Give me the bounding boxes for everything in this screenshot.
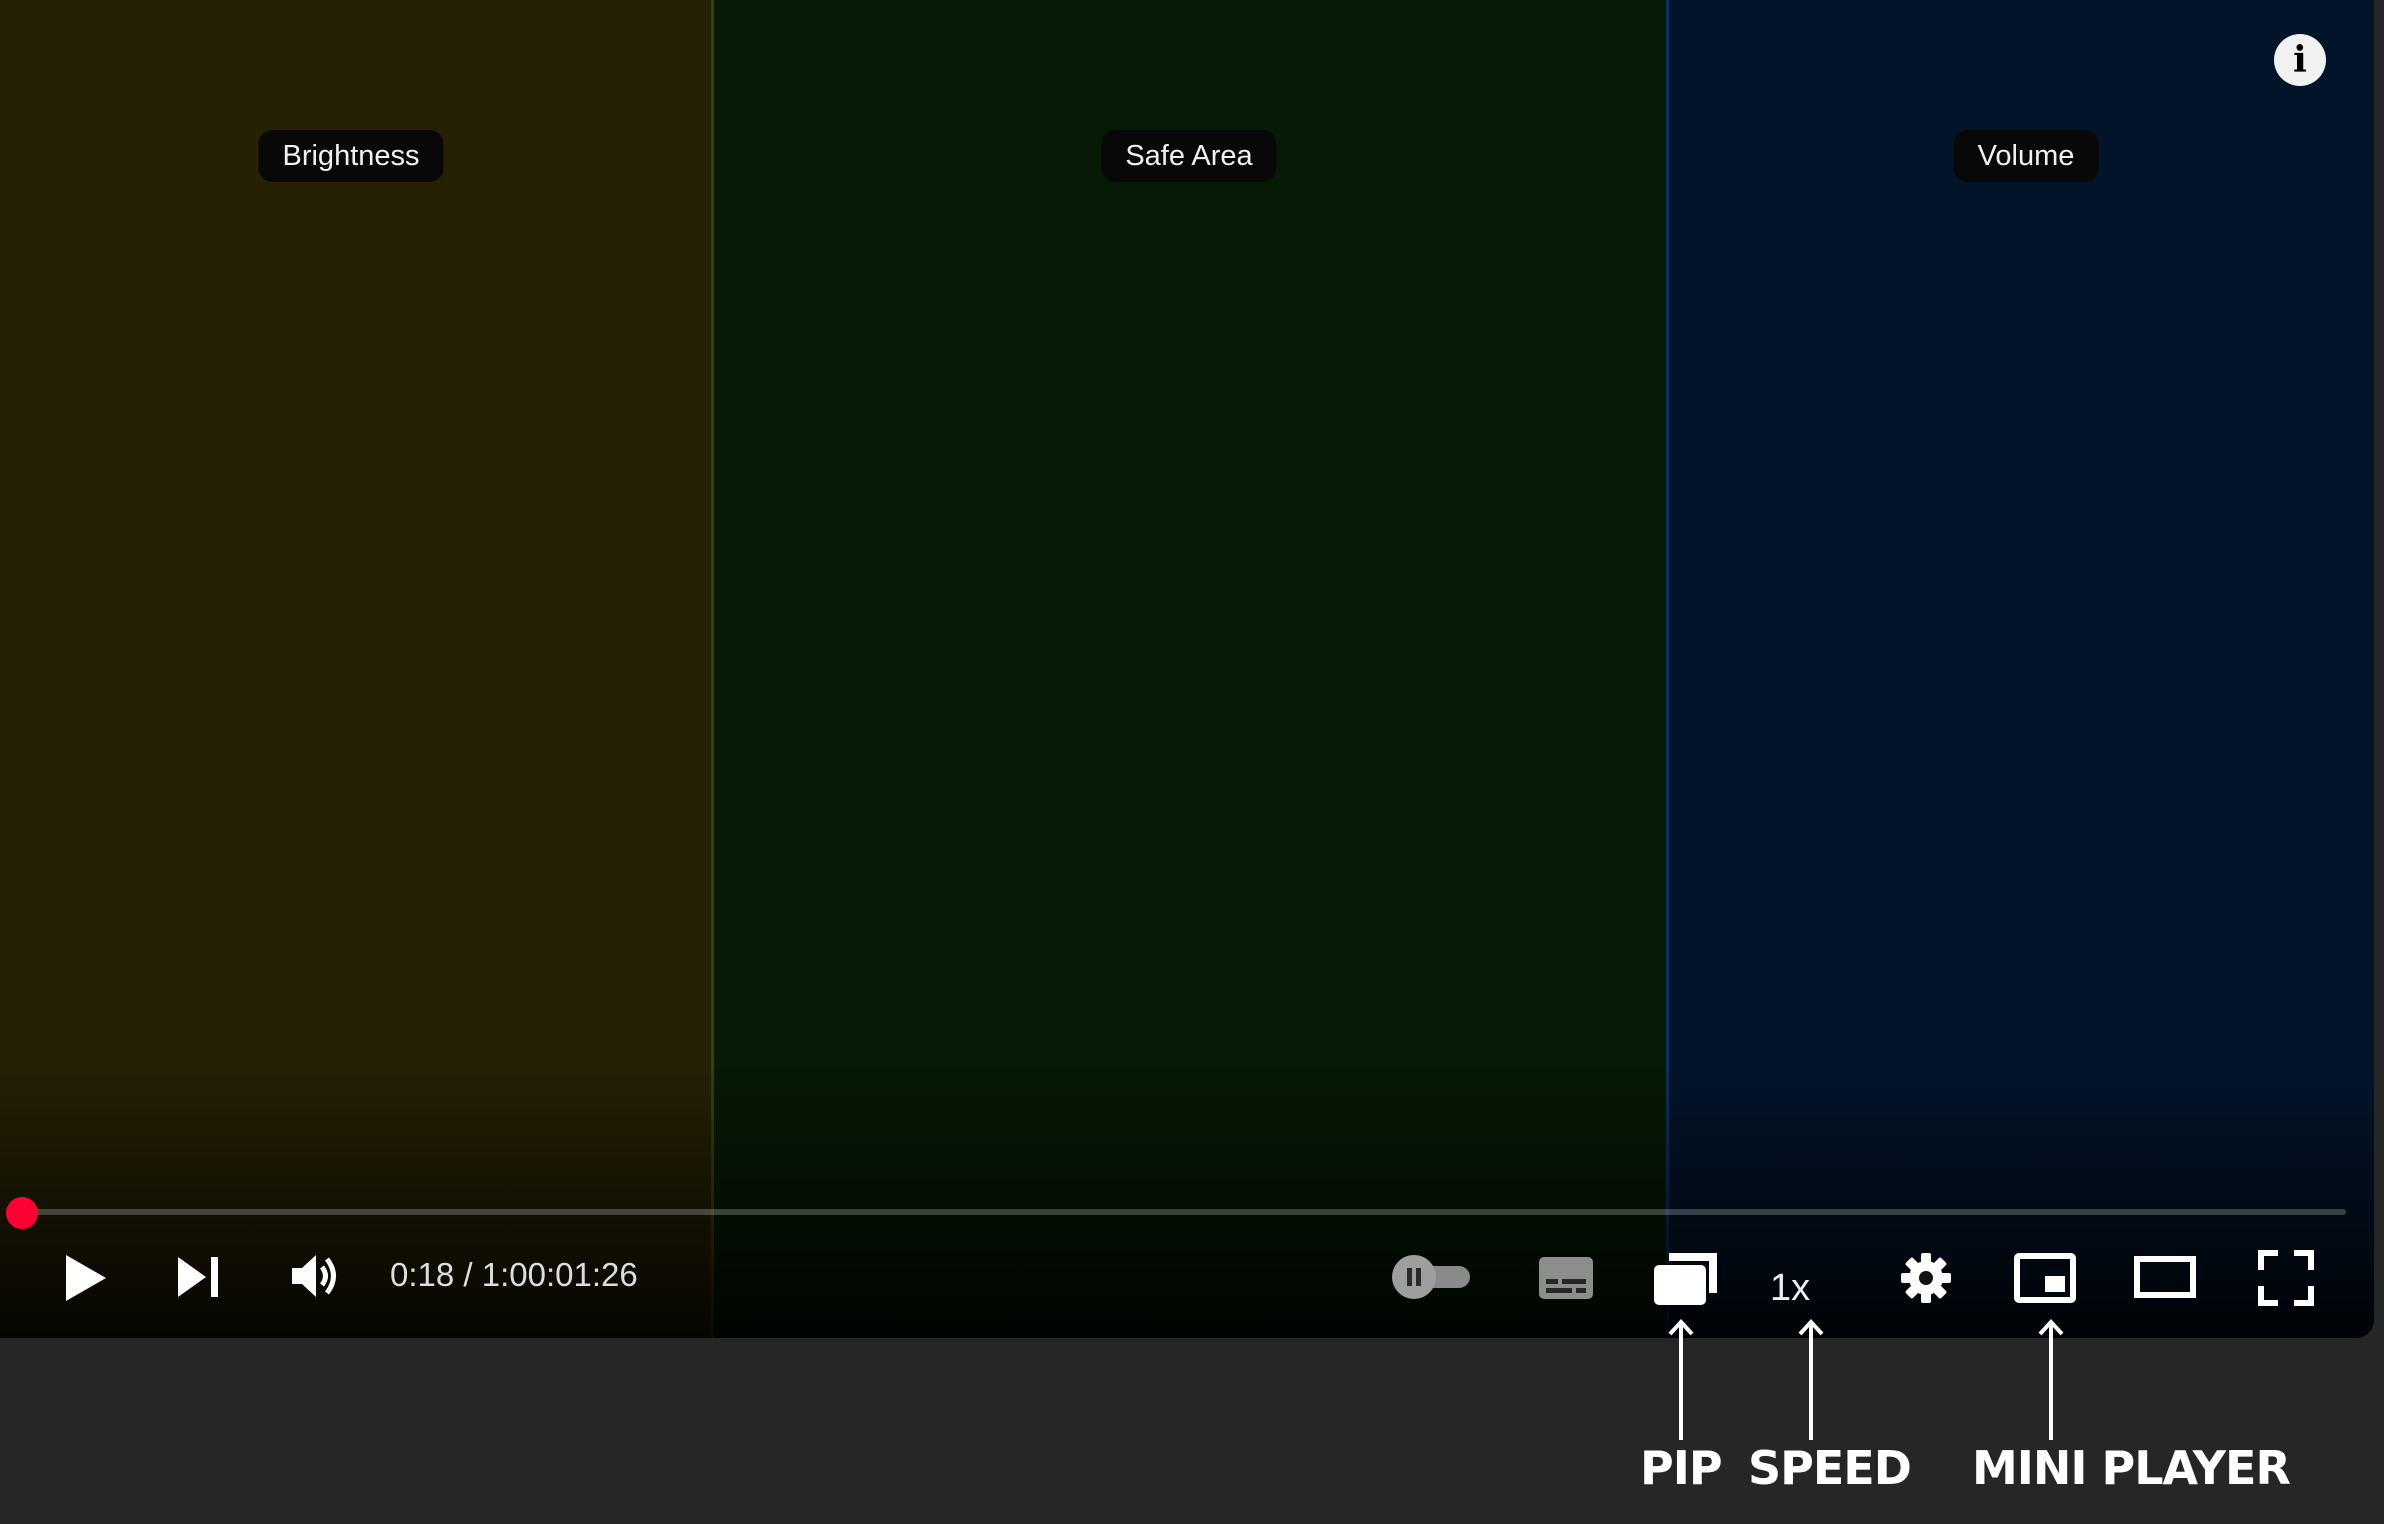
mini-player-annotation: MINI PLAYER	[1972, 1441, 2291, 1495]
subtitles-button[interactable]	[1536, 1254, 1596, 1302]
picture-in-picture-icon	[1651, 1249, 1721, 1307]
autoplay-toggle[interactable]	[1390, 1254, 1474, 1300]
volume-gesture-zone[interactable]	[1666, 0, 2374, 1338]
fullscreen-button[interactable]	[2256, 1248, 2316, 1308]
settings-button[interactable]	[1898, 1250, 1954, 1306]
video-player[interactable]: Brightness Safe Area Volume i 0:18 / 1:0…	[0, 0, 2374, 1338]
autoplay-toggle-icon	[1390, 1254, 1474, 1300]
next-button[interactable]	[172, 1252, 226, 1302]
volume-icon	[290, 1251, 342, 1301]
gear-icon	[1899, 1251, 1953, 1305]
pip-arrow	[1666, 1318, 1696, 1447]
pip-button[interactable]	[1650, 1248, 1722, 1308]
progress-bar[interactable]	[22, 1209, 2346, 1215]
pip-annotation: PIP	[1640, 1441, 1723, 1495]
info-icon[interactable]: i	[2274, 34, 2326, 86]
theater-mode-button[interactable]	[2132, 1252, 2198, 1302]
volume-zone-label: Volume	[1953, 130, 2099, 182]
speed-arrow	[1796, 1318, 1826, 1447]
subtitles-icon	[1537, 1255, 1595, 1301]
play-icon	[64, 1253, 108, 1303]
safe-area-zone-label: Safe Area	[1101, 130, 1277, 182]
time-display: 0:18 / 1:00:01:26	[390, 1256, 638, 1293]
theater-mode-icon	[2133, 1255, 2197, 1299]
skip-next-icon	[176, 1255, 222, 1299]
safe-area-zone[interactable]	[714, 0, 1666, 1338]
fullscreen-icon	[2258, 1250, 2314, 1306]
play-button[interactable]	[56, 1250, 116, 1306]
progress-scrubber-handle[interactable]	[6, 1197, 38, 1229]
brightness-gesture-zone[interactable]	[0, 0, 714, 1338]
playback-speed-button[interactable]: 1x	[1770, 1266, 1810, 1310]
miniplayer-icon	[2013, 1252, 2077, 1304]
mini-player-arrow	[2036, 1318, 2066, 1447]
volume-button[interactable]	[288, 1250, 344, 1302]
speed-annotation: SPEED	[1748, 1441, 1912, 1495]
miniplayer-button[interactable]	[2012, 1250, 2078, 1306]
brightness-zone-label: Brightness	[258, 130, 444, 182]
